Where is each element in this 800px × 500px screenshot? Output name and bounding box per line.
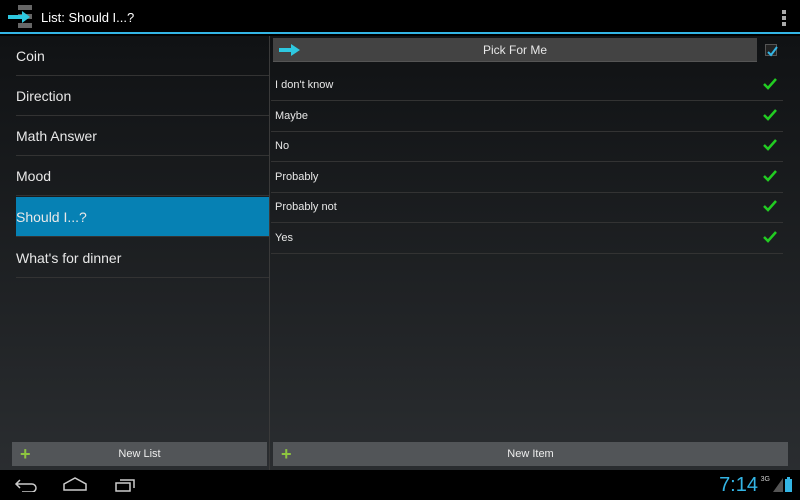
item-label: No xyxy=(275,140,290,153)
check-icon[interactable] xyxy=(763,169,777,182)
list-item[interactable]: What's for dinner xyxy=(16,238,269,278)
home-icon[interactable] xyxy=(62,476,88,492)
pick-label: Pick For Me xyxy=(482,43,547,57)
pick-checkbox[interactable] xyxy=(765,44,778,57)
check-icon[interactable] xyxy=(763,231,777,243)
item-row[interactable]: Probably not xyxy=(271,192,783,224)
clock: 7:14 xyxy=(719,474,758,496)
item-label: Yes xyxy=(275,232,293,244)
item-row[interactable]: Yes xyxy=(271,223,783,254)
item-row[interactable]: Maybe xyxy=(271,101,783,132)
new-item-button[interactable]: + New Item xyxy=(273,442,788,466)
list-item[interactable]: Direction xyxy=(16,76,269,116)
list-item[interactable]: Mood xyxy=(16,156,269,196)
items-panel: Pick For Me I don't know Maybe No Probably P… xyxy=(271,36,800,470)
list-item[interactable]: Math Answer xyxy=(16,116,269,156)
lists-panel: Coin Direction Math Answer Mood Should I… xyxy=(0,36,270,470)
check-icon[interactable] xyxy=(763,200,777,213)
check-icon[interactable] xyxy=(763,139,777,152)
network-label: 3G xyxy=(760,476,770,483)
list-item-selected[interactable]: Should I...? xyxy=(16,197,269,237)
page-title: List: Should I...? xyxy=(41,10,135,25)
new-list-label: New List xyxy=(118,448,161,460)
item-label: Probably xyxy=(275,170,319,183)
new-list-button[interactable]: + New List xyxy=(12,442,267,466)
item-label: I don't know xyxy=(275,79,334,91)
list-item[interactable]: Coin xyxy=(16,36,269,76)
item-row[interactable]: I don't know xyxy=(271,70,783,101)
item-row[interactable]: Probably xyxy=(271,162,783,193)
pick-for-me-button[interactable]: Pick For Me xyxy=(273,38,757,62)
plus-icon: + xyxy=(281,444,292,464)
app-icon[interactable] xyxy=(8,5,36,29)
battery-icon xyxy=(785,477,792,492)
action-bar: List: Should I...? xyxy=(0,0,800,34)
check-icon[interactable] xyxy=(763,78,777,90)
system-nav-bar: 7:14 3G xyxy=(0,470,800,500)
item-row[interactable]: No xyxy=(271,131,783,163)
item-label: Probably not xyxy=(275,201,337,214)
item-label: Maybe xyxy=(275,109,309,122)
overflow-menu-icon[interactable] xyxy=(782,10,786,26)
arrow-icon xyxy=(279,44,300,56)
check-icon[interactable] xyxy=(763,108,777,121)
back-icon[interactable] xyxy=(14,478,38,492)
new-item-label: New Item xyxy=(507,448,554,460)
recents-icon[interactable] xyxy=(114,477,138,493)
signal-icon xyxy=(773,478,783,492)
plus-icon: + xyxy=(20,444,31,464)
